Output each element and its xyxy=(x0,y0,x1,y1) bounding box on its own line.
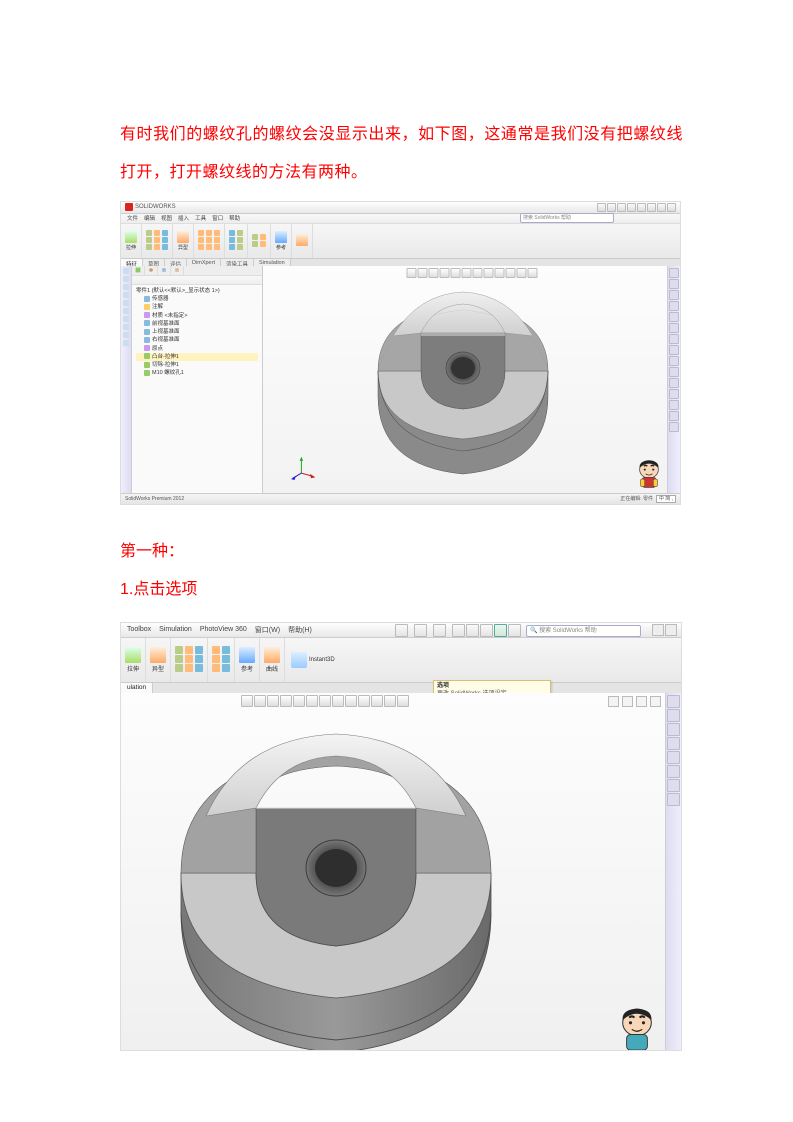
quick-access-toolbar[interactable] xyxy=(395,624,521,637)
open-icon xyxy=(414,624,427,637)
instant3d-icon[interactable] xyxy=(291,652,307,668)
part-model xyxy=(333,276,593,486)
view-corner-controls[interactable] xyxy=(608,696,661,707)
heads-up-toolbar[interactable] xyxy=(241,695,409,706)
step-heading: 1.点击选项 xyxy=(120,571,683,609)
mascot-icon xyxy=(611,1002,663,1051)
graphics-view[interactable] xyxy=(121,693,681,1050)
save-icon xyxy=(433,624,446,637)
search-input[interactable]: 搜索 SolidWorks 帮助 xyxy=(520,213,614,223)
view-triad-icon xyxy=(291,454,317,480)
feature-tree[interactable]: 零件1 (默认<<默认>_显示状态 1>) 传感器 注解 材质 <未指定> 前视… xyxy=(132,285,262,380)
screenshot-solidworks-full: SOLIDWORKS 文件 编辑 视图 插入 工具 窗口 帮助 搜索 Solid… xyxy=(120,201,681,505)
window-controls[interactable] xyxy=(597,203,676,212)
search-input[interactable]: 🔍 搜索 SolidWorks 帮助 xyxy=(526,625,641,637)
method-heading: 第一种： xyxy=(120,533,683,571)
feature-tree-panel[interactable]: 零件1 (默认<<默认>_显示状态 1>) 传感器 注解 材质 <未指定> 前视… xyxy=(132,266,263,494)
rebuild-icon xyxy=(480,624,493,637)
status-bar: SolidWorks Premium 2012 正在编辑: 零件 中 简 , xyxy=(121,493,680,504)
top-menu-bar[interactable]: Toolbox Simulation PhotoView 360 窗口(W) 帮… xyxy=(121,623,681,638)
right-rail[interactable] xyxy=(665,693,681,1050)
tree-tab-icon[interactable] xyxy=(132,266,145,275)
mascot-icon xyxy=(632,456,666,490)
ribbon-toolbar[interactable]: 拉伸 异型 参考 曲线 Instant3D xyxy=(121,638,681,683)
part-model xyxy=(120,708,571,1051)
new-icon xyxy=(395,624,408,637)
solidworks-logo-icon xyxy=(125,203,133,211)
ribbon-toolbar[interactable]: 拉伸 异型 参考 xyxy=(121,224,680,259)
undo-icon xyxy=(466,624,479,637)
right-rail[interactable] xyxy=(667,266,680,494)
left-rail[interactable] xyxy=(121,266,132,494)
app-title: SOLIDWORKS xyxy=(135,204,176,210)
options-button[interactable] xyxy=(494,624,507,637)
screenshot-options-tooltip: Toolbox Simulation PhotoView 360 窗口(W) 帮… xyxy=(120,622,682,1051)
dropdown-icon xyxy=(508,624,521,637)
graphics-view[interactable] xyxy=(263,266,680,494)
print-icon xyxy=(452,624,465,637)
intro-paragraph: 有时我们的螺纹孔的螺纹会没显示出来，如下图，这通常是我们没有把螺纹线打开，打开螺… xyxy=(120,116,683,193)
